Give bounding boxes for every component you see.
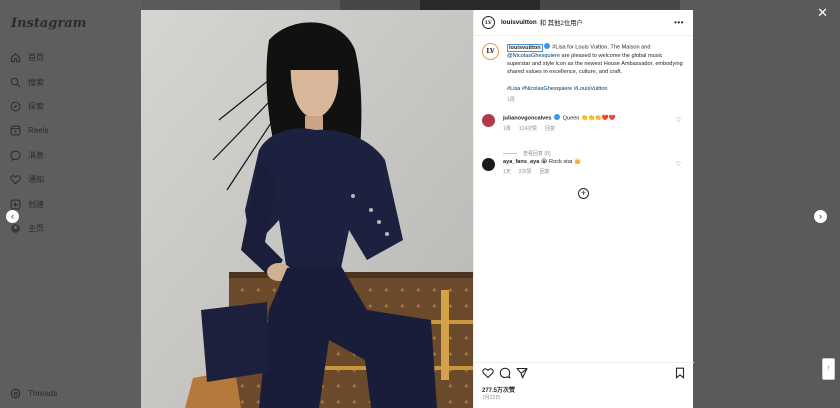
comment-like-icon[interactable]: ♡ (676, 161, 681, 168)
nav-reels-label: Reels (28, 125, 49, 135)
messenger-icon (10, 150, 21, 161)
comment-reply-button[interactable]: 回复 (540, 169, 550, 175)
comment-avatar[interactable] (482, 158, 495, 171)
comment-avatar[interactable] (482, 114, 495, 127)
nav-notifications-label: 通知 (28, 174, 44, 184)
post-date: 7月22日 (482, 395, 501, 401)
comment-item: aya_fans_aya 😭 Rock star 👑 1天 2次赞 回复 ♡ (482, 158, 687, 176)
caption-username[interactable]: louisvuitton (507, 43, 543, 52)
post-actions: 277.5万次赞 7月22日 (474, 362, 694, 408)
caption-text-part1: #Lisa for Louis Vuitton. The Maison and (550, 44, 651, 51)
comment-username[interactable]: aya_fans_aya (503, 159, 539, 165)
comment-item: julianovgoncalves Queen 👏👏👏❤️❤️ 1周 124次赞 回… (482, 114, 687, 133)
nav-home-label: 首页 (28, 52, 44, 62)
author-username[interactable]: louisvuitton (501, 19, 537, 26)
nav-messages[interactable]: 消息 (10, 148, 44, 162)
post-caption: LV louisvuitton #Lisa for Louis Vuitton.… (482, 43, 687, 104)
collaborators-link[interactable]: 和 其他2位用户 (540, 18, 583, 27)
post-photo[interactable]: ✦ (141, 10, 473, 408)
nav-create-label: 创建 (28, 199, 44, 209)
view-replies[interactable]: 查看回复 (8) (503, 150, 551, 157)
share-icon[interactable] (516, 367, 528, 379)
search-icon (10, 77, 21, 87)
likes-count[interactable]: 277.5万次赞 (482, 385, 515, 394)
caption-text: louisvuitton #Lisa for Louis Vuitton. Th… (507, 43, 687, 104)
caption-timestamp: 1周 (507, 96, 515, 103)
comment-meta: 1周 124次赞 回复 (503, 125, 673, 133)
instagram-logo[interactable]: Instagram (11, 16, 86, 31)
home-icon (10, 52, 21, 62)
sidebar: Instagram 首页 搜索 探索 Reels 消息 通知 创建 主页 Thr… (0, 0, 142, 408)
reels-icon (10, 125, 21, 135)
nav-home[interactable]: 首页 (10, 50, 44, 64)
post-header: LV louisvuitton 和 其他2位用户 ••• (474, 10, 693, 36)
comment-text: 😭 Rock star 👑 (540, 159, 582, 165)
close-modal-icon[interactable]: ✕ (817, 5, 828, 21)
threads-icon (10, 388, 21, 398)
post-modal: ✦ (141, 10, 694, 408)
author-avatar[interactable]: LV (482, 16, 495, 29)
comment-like-icon[interactable]: ♡ (676, 117, 681, 124)
nav-messages-label: 消息 (28, 150, 44, 160)
scroll-to-top-tab[interactable]: ↑ (822, 358, 835, 380)
comment-meta: 1天 2次赞 回复 (503, 168, 673, 176)
like-icon[interactable] (482, 367, 494, 379)
comment-username[interactable]: julianovgoncalves (503, 116, 552, 122)
save-bookmark-icon[interactable] (674, 367, 686, 379)
next-post-arrow-icon[interactable]: › (814, 210, 827, 223)
profile-icon (11, 223, 20, 233)
more-options-icon[interactable]: ••• (674, 18, 684, 27)
nav-notifications[interactable]: 通知 (10, 172, 44, 186)
view-replies-label[interactable]: 查看回复 (8) (523, 150, 551, 157)
load-more-comments-icon[interactable]: + (578, 188, 589, 199)
nav-explore[interactable]: 探索 (10, 99, 44, 113)
replies-divider (503, 153, 517, 154)
compass-icon (10, 101, 21, 111)
comment-time: 1天 (503, 169, 511, 175)
comment-reply-button[interactable]: 回复 (545, 126, 555, 132)
caption-mention[interactable]: @NicolasGhesquiere (507, 53, 560, 59)
caption-avatar[interactable]: LV (482, 43, 499, 60)
comment-likes[interactable]: 2次赞 (519, 169, 532, 175)
verified-badge-icon (543, 43, 550, 49)
nav-search[interactable]: 搜索 (10, 75, 44, 89)
previous-post-arrow-icon[interactable]: ‹ (6, 210, 19, 223)
nav-explore-label: 探索 (28, 101, 44, 111)
comment-icon[interactable] (499, 367, 511, 379)
nav-search-label: 搜索 (28, 77, 44, 87)
comment-time: 1周 (503, 125, 511, 132)
heart-icon (10, 174, 21, 184)
post-image: ✦ (141, 10, 473, 408)
comment-text: Queen 👏👏👏❤️❤️ (562, 115, 616, 122)
background-post-thumbnail (420, 0, 540, 10)
comment-likes[interactable]: 124次赞 (519, 126, 537, 132)
caption-hashtags[interactable]: #Lisa #NicolasGhesquiere #LouisVuitton (507, 85, 687, 93)
nav-profile[interactable]: 主页 (10, 221, 44, 235)
nav-create[interactable]: 创建 (10, 197, 44, 211)
nav-profile-label: 主页 (28, 223, 44, 233)
nav-threads[interactable]: Threads (10, 386, 57, 400)
nav-threads-label: Threads (28, 388, 58, 398)
post-details-panel: LV louisvuitton 和 其他2位用户 ••• LV louisvui… (473, 10, 694, 408)
verified-badge-icon (554, 114, 561, 120)
plus-square-icon (10, 199, 21, 209)
nav-reels[interactable]: Reels (10, 123, 48, 137)
